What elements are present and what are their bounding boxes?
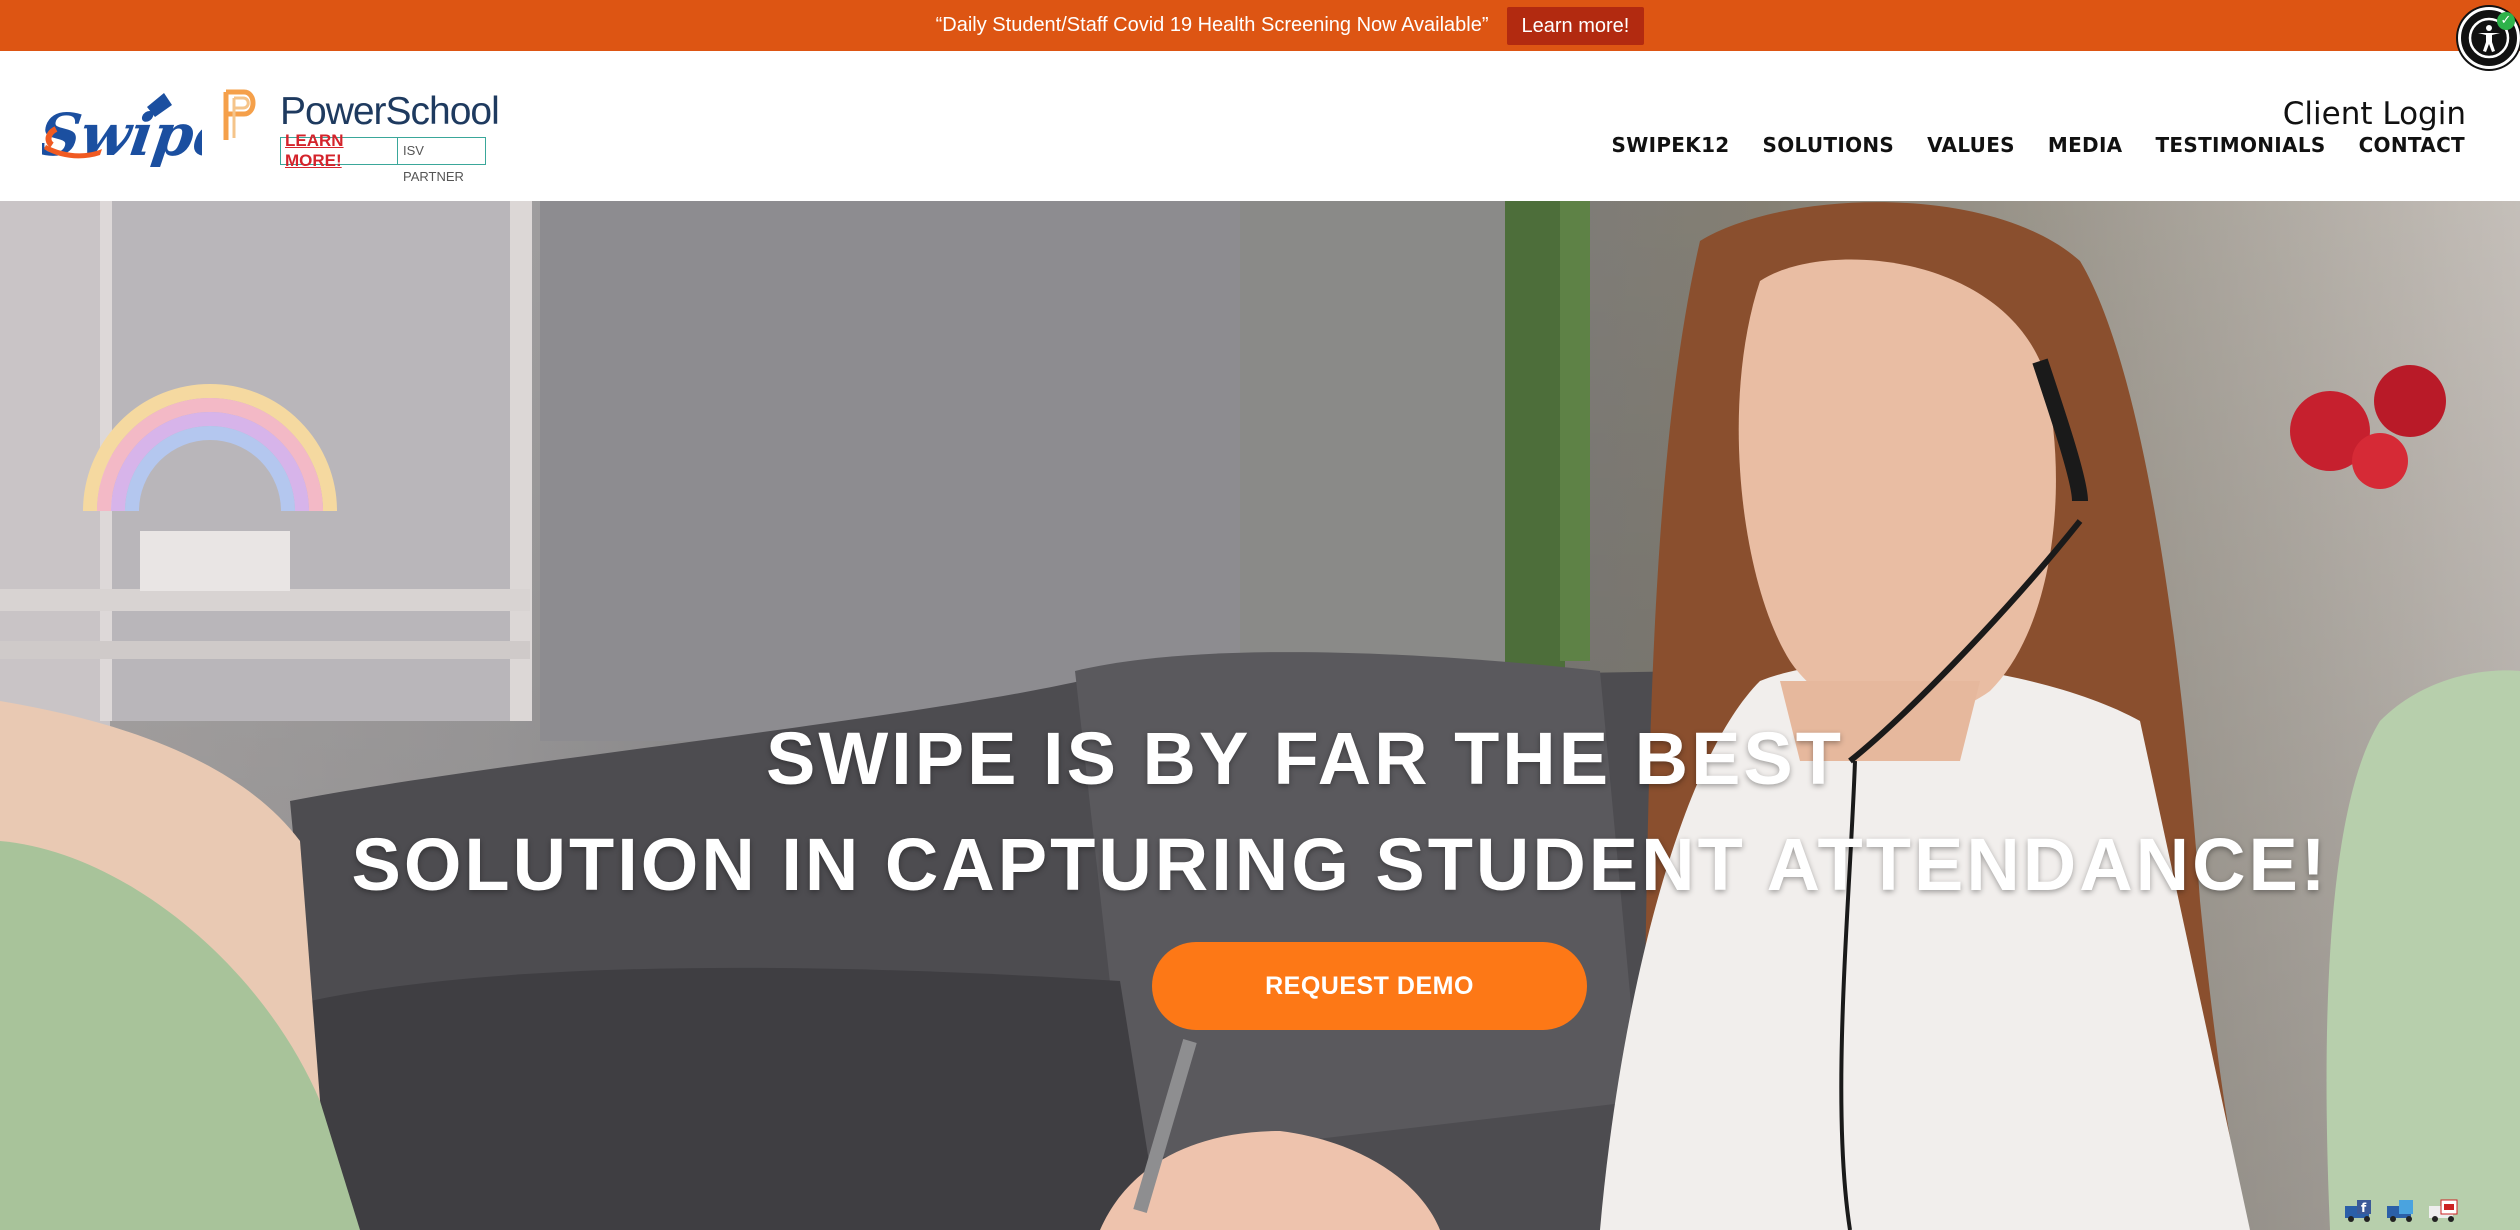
facebook-icon[interactable]: f	[2343, 1198, 2381, 1222]
powerschool-name: PowerSchool	[280, 90, 500, 133]
swipe-logo[interactable]: Swipe	[34, 87, 235, 169]
hero-headline-line2: SOLUTION IN CAPTURING STUDENT ATTENDANCE…	[351, 823, 2329, 906]
announcement-text: “Daily Student/Staff Covid 19 Health Scr…	[935, 14, 1489, 36]
client-login-link[interactable]: Client Login	[2283, 96, 2466, 132]
accessibility-button[interactable]: ✓	[2458, 7, 2520, 69]
powerschool-learn-more-link[interactable]: LEARN MORE!	[281, 131, 397, 171]
hero-section: SWIPE IS BY FAR THE BEST SOLUTION IN CAP…	[0, 201, 2520, 1230]
nav-item-swipek12[interactable]: SWIPEK12	[1612, 133, 1730, 157]
youtube-icon[interactable]	[2427, 1198, 2465, 1222]
hero-headline-line1: SWIPE IS BY FAR THE BEST	[765, 717, 1844, 800]
twitter-icon[interactable]	[2385, 1198, 2423, 1222]
main-nav: SWIPEK12 SOLUTIONS VALUES MEDIA TESTIMON…	[1612, 133, 2465, 157]
request-demo-button[interactable]: REQUEST DEMO	[1152, 942, 1587, 1030]
site-header: Swipe PowerSchool LEARN MORE! ISV PARTNE…	[0, 51, 2520, 201]
powerschool-mark-icon	[223, 89, 256, 140]
powerschool-partner-logo[interactable]: PowerSchool LEARN MORE! ISV PARTNER	[222, 84, 500, 184]
partner-badge: LEARN MORE! ISV PARTNER	[280, 131, 486, 184]
nav-item-values[interactable]: VALUES	[1927, 133, 2015, 157]
svg-text:f: f	[2361, 1201, 2367, 1215]
learn-more-button[interactable]: Learn more!	[1506, 6, 1645, 45]
nav-item-media[interactable]: MEDIA	[2048, 133, 2123, 157]
nav-item-solutions[interactable]: SOLUTIONS	[1763, 133, 1895, 157]
check-icon: ✓	[2497, 12, 2515, 30]
social-links: f	[2343, 1198, 2465, 1222]
hero-headline: SWIPE IS BY FAR THE BEST SOLUTION IN CAP…	[0, 706, 2520, 918]
isv-partner-label: ISV PARTNER	[397, 138, 485, 184]
nav-item-testimonials[interactable]: TESTIMONIALS	[2155, 133, 2325, 157]
nav-item-contact[interactable]: CONTACT	[2359, 133, 2465, 157]
announcement-bar: “Daily Student/Staff Covid 19 Health Scr…	[0, 0, 2520, 51]
